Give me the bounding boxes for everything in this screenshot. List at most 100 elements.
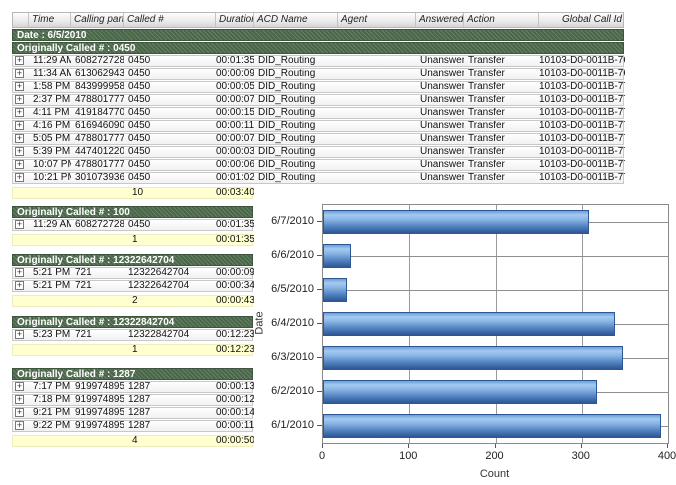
called-cell: 0450 bbox=[124, 108, 216, 118]
answered-cell: Unanswered bbox=[416, 121, 464, 131]
duration-cell: 00:00:34 bbox=[216, 281, 254, 291]
group-subtable: Originally Called # : 12322642704 +5:21 P… bbox=[12, 253, 253, 307]
calling-cell: 4788017770 bbox=[71, 160, 124, 170]
column-header-row: TimeCalling party #Called #DurationACD N… bbox=[12, 12, 624, 28]
calling-cell: 4788017770 bbox=[71, 134, 124, 144]
group-summary-row: 100:01:35 bbox=[12, 234, 253, 246]
expand-row-icon[interactable]: + bbox=[15, 56, 24, 65]
column-header-acd: ACD Name bbox=[254, 13, 338, 27]
acd-cell: DID_Routing bbox=[254, 56, 338, 66]
acd-cell: DID_Routing bbox=[254, 69, 338, 79]
expand-row-icon[interactable]: + bbox=[15, 268, 24, 277]
table-row: +11:34 AM6130629432045000:00:09DID_Routi… bbox=[12, 68, 624, 80]
time-cell: 1:58 PM bbox=[29, 82, 71, 92]
action-cell: Transfer bbox=[464, 69, 539, 79]
answered-cell: Unanswered bbox=[416, 108, 464, 118]
expand-row-icon[interactable]: + bbox=[15, 330, 24, 339]
calling-cell: 6130629432 bbox=[71, 69, 124, 79]
called-cell: 1287 bbox=[124, 382, 216, 392]
expand-row-icon[interactable]: + bbox=[15, 395, 24, 404]
column-header-called: Called # bbox=[124, 13, 216, 27]
expand-row-icon[interactable]: + bbox=[15, 173, 24, 182]
expand-row-icon[interactable]: + bbox=[15, 82, 24, 91]
expand-row-icon[interactable]: + bbox=[15, 121, 24, 130]
chart-x-axis-title: Count bbox=[322, 468, 667, 480]
answered-cell: Unanswered bbox=[416, 82, 464, 92]
calling-cell: 8439999581 bbox=[71, 82, 124, 92]
group-header: Originally Called # : 12322842704 bbox=[12, 316, 253, 328]
y-axis-tick-label: 6/1/2010 bbox=[256, 408, 314, 442]
called-cell: 0450 bbox=[124, 95, 216, 105]
chart-bar bbox=[323, 244, 351, 268]
table-row: +11:29 AM6082727287045000:01:35 bbox=[12, 219, 253, 231]
answered-cell: Unanswered bbox=[416, 69, 464, 79]
calling-cell: 6169460905 bbox=[71, 121, 124, 131]
answered-cell: Unanswered bbox=[416, 160, 464, 170]
calling-cell: 4788017770 bbox=[71, 95, 124, 105]
expand-row-icon[interactable]: + bbox=[15, 69, 24, 78]
expand-row-icon[interactable]: + bbox=[15, 382, 24, 391]
expand-row-icon[interactable]: + bbox=[15, 408, 24, 417]
summary-count-cell: 1 bbox=[124, 345, 216, 355]
date-group-header: Date : 6/5/2010 bbox=[12, 29, 624, 41]
group-header: Originally Called # : 12322642704 bbox=[12, 254, 253, 266]
x-axis-tick bbox=[408, 444, 409, 448]
expander-cell: + bbox=[13, 330, 29, 340]
acd-cell: DID_Routing bbox=[254, 108, 338, 118]
count-by-date-chart: Date Count 6/7/20106/6/20106/5/20106/4/2… bbox=[256, 196, 676, 482]
called-cell: 12322642704 bbox=[124, 268, 216, 278]
expand-row-icon[interactable]: + bbox=[15, 95, 24, 104]
gcid-cell: 10103-D0-0011B-774 bbox=[539, 134, 625, 144]
x-axis-tick bbox=[581, 444, 582, 448]
expand-row-icon[interactable]: + bbox=[15, 421, 24, 430]
expander-cell: + bbox=[13, 395, 29, 405]
calling-cell: 721 bbox=[71, 330, 124, 340]
called-cell: 0450 bbox=[124, 147, 216, 157]
expander-cell: + bbox=[13, 173, 29, 183]
x-axis-tick-label: 200 bbox=[485, 450, 503, 462]
table-row: +10:21 PM3010739363045000:01:02DID_Routi… bbox=[12, 172, 624, 184]
calling-cell: 6082727287 bbox=[71, 220, 124, 230]
table-row: +7:17 PM9199748952128700:00:13 bbox=[12, 381, 253, 393]
expander-cell: + bbox=[13, 108, 29, 118]
expand-row-icon[interactable]: + bbox=[15, 134, 24, 143]
time-cell: 5:21 PM bbox=[29, 268, 71, 278]
group-summary-row: 400:00:50 bbox=[12, 435, 253, 447]
expander-cell: + bbox=[13, 220, 29, 230]
column-header-agent: Agent bbox=[338, 13, 416, 27]
table-row: +4:11 PM4191847701045000:00:15DID_Routin… bbox=[12, 107, 624, 119]
acd-cell: DID_Routing bbox=[254, 160, 338, 170]
group-header: Originally Called # : 100 bbox=[12, 206, 253, 218]
duration-cell: 00:00:06 bbox=[216, 160, 254, 170]
chart-bar bbox=[323, 346, 623, 370]
table-row: +9:22 PM9199748952128700:00:11 bbox=[12, 420, 253, 432]
chart-category-band bbox=[323, 341, 668, 375]
group-summary-row: 200:00:43 bbox=[12, 295, 253, 307]
expand-row-icon[interactable]: + bbox=[15, 147, 24, 156]
expander-cell: + bbox=[13, 421, 29, 431]
gcid-cell: 10103-D0-0011B-77E bbox=[539, 160, 625, 170]
expand-row-icon[interactable]: + bbox=[15, 281, 24, 290]
action-cell: Transfer bbox=[464, 56, 539, 66]
action-cell: Transfer bbox=[464, 108, 539, 118]
expander-cell: + bbox=[13, 160, 29, 170]
chart-category-band bbox=[323, 307, 668, 341]
duration-cell: 00:00:13 bbox=[216, 382, 254, 392]
group-header: Originally Called # : 0450 bbox=[12, 42, 624, 54]
chart-category-band bbox=[323, 375, 668, 409]
time-cell: 5:39 PM bbox=[29, 147, 71, 157]
time-cell: 9:21 PM bbox=[29, 408, 71, 418]
summary-duration-cell: 00:00:43 bbox=[216, 296, 254, 306]
expand-row-icon[interactable]: + bbox=[15, 108, 24, 117]
called-cell: 0450 bbox=[124, 173, 216, 183]
column-header-answered: Answered bbox=[416, 13, 464, 27]
table-row: +5:05 PM4788017770045000:00:07DID_Routin… bbox=[12, 133, 624, 145]
y-axis-tick-label: 6/6/2010 bbox=[256, 238, 314, 272]
gcid-cell: 10103-D0-0011B-77F bbox=[539, 173, 625, 183]
calling-cell: 9199748952 bbox=[71, 395, 124, 405]
expand-row-icon[interactable]: + bbox=[15, 160, 24, 169]
chart-bar bbox=[323, 278, 347, 302]
expand-row-icon[interactable]: + bbox=[15, 220, 24, 229]
table-row: +2:37 PM4788017770045000:00:07DID_Routin… bbox=[12, 94, 624, 106]
table-row: +5:23 PM7211232284270400:12:23 bbox=[12, 329, 253, 341]
